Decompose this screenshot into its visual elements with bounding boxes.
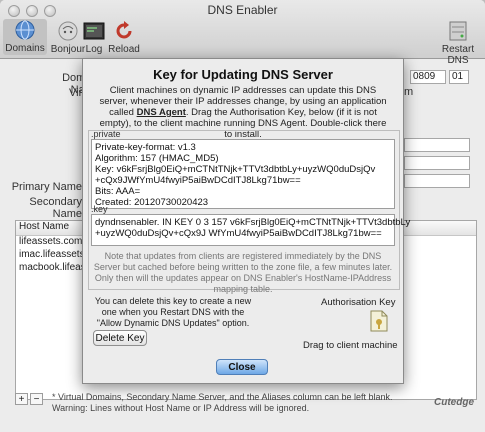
right-field-1[interactable] xyxy=(404,138,470,152)
remove-row-button[interactable]: − xyxy=(30,393,43,405)
serial-field[interactable]: 0809 xyxy=(410,70,446,84)
toolbar-log-label: Log xyxy=(85,44,103,55)
toolbar-reload-label: Reload xyxy=(108,44,140,55)
public-key-text[interactable]: dyndnsenabler. IN KEY 0 3 157 v6kFsrjBlg… xyxy=(91,214,411,246)
dns-agent-link[interactable]: DNS Agent xyxy=(137,107,186,118)
footer-note: * Virtual Domains, Secondary Name Server… xyxy=(52,392,422,414)
key-line: +uyzWQ0duDsjQv+cQx9J WfYmU4fwyiP5aiBwDCd… xyxy=(95,228,382,239)
window-title: DNS Enabler xyxy=(207,3,278,17)
serial-suffix-field[interactable]: 01 xyxy=(449,70,469,84)
authorisation-key-file-icon[interactable] xyxy=(370,310,388,332)
key-label: .key xyxy=(91,204,108,214)
reload-icon xyxy=(116,21,132,39)
toolbar-domains-label: Domains xyxy=(5,43,45,54)
private-key-text[interactable]: Private-key-format: v1.3 Algorithm: 157 … xyxy=(91,139,395,209)
footer-note-line2: Warning: Lines without Host Name or IP A… xyxy=(52,403,310,413)
authorisation-key-label: Authorisation Key xyxy=(321,297,396,308)
title-bar: DNS Enabler Domains Bonjour Log Reload R… xyxy=(0,0,485,66)
private-line: Algorithm: 157 (HMAC_MD5) xyxy=(95,153,219,164)
private-line: +cQx9JWfYmU4fwyiP5aiBwDCdITJ8Lkg71bw== xyxy=(95,175,301,186)
close-button[interactable]: Close xyxy=(216,359,268,375)
delete-key-description: You can delete this key to create a new … xyxy=(94,296,252,328)
delete-key-button[interactable]: Delete Key xyxy=(93,330,147,346)
key-line: dyndnsenabler. IN KEY 0 3 157 v6kFsrjBlg… xyxy=(95,217,411,228)
right-fragment: m xyxy=(404,86,414,98)
right-field-2[interactable] xyxy=(404,156,470,170)
main-window: DNS Enabler Domains Bonjour Log Reload R… xyxy=(0,0,485,432)
toolbar-domains-button[interactable]: Domains xyxy=(3,19,47,55)
updates-note: Note that updates from clients are regis… xyxy=(93,251,393,294)
private-line: Key: v6kFsrjBlg0EiQ+mCTNtTNjk+TTVt3dbtbL… xyxy=(95,164,376,175)
private-line: Bits: AAA= xyxy=(95,186,141,197)
key-sheet: Key for Updating DNS Server Client machi… xyxy=(82,58,411,384)
secondary-name-label: Secondary Name xyxy=(29,196,82,220)
server-icon xyxy=(449,21,467,41)
toolbar-reload-button[interactable]: Reload xyxy=(102,20,146,55)
add-row-button[interactable]: + xyxy=(15,393,28,405)
globe-icon xyxy=(15,20,35,40)
private-line: Created: 20120730020423 xyxy=(95,197,209,208)
private-label: .private xyxy=(91,129,121,139)
private-line: Private-key-format: v1.3 xyxy=(95,142,196,153)
right-field-3[interactable] xyxy=(404,174,470,188)
footer-note-line1: * Virtual Domains, Secondary Name Server… xyxy=(52,392,393,402)
brand-logo: Cutedge xyxy=(434,397,474,408)
sheet-title: Key for Updating DNS Server xyxy=(153,67,333,82)
drag-to-client-label: Drag to client machine xyxy=(303,340,398,351)
primary-name-label: Primary Name xyxy=(11,181,82,193)
